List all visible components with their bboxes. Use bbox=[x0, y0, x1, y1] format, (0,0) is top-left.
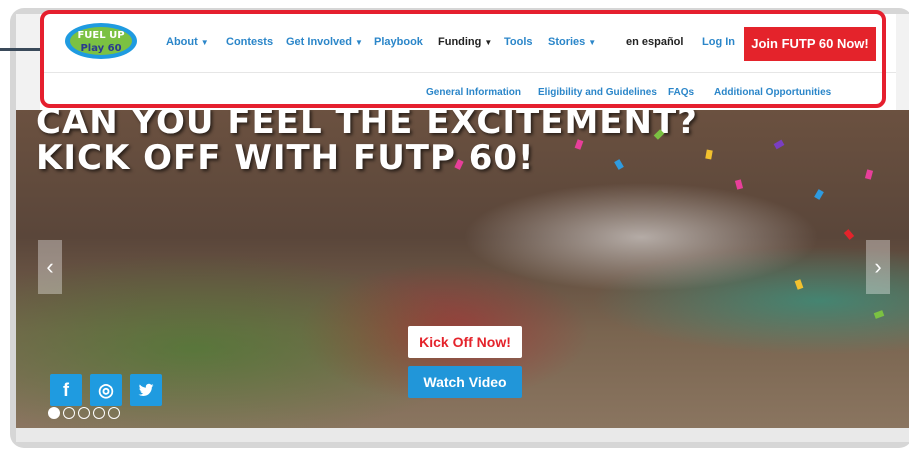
confetti bbox=[843, 229, 855, 240]
carousel-dot[interactable] bbox=[93, 407, 105, 419]
annotation-highlight-box bbox=[40, 10, 886, 108]
confetti bbox=[814, 189, 824, 200]
carousel-dot[interactable] bbox=[48, 407, 60, 419]
confetti bbox=[794, 279, 804, 290]
carousel-dot[interactable] bbox=[78, 407, 90, 419]
confetti bbox=[734, 179, 744, 190]
twitter-bird-glyph bbox=[138, 383, 154, 396]
carousel-dots bbox=[48, 406, 123, 424]
hero-banner: CAN YOU FEEL THE EXCITEMENT? KICK OFF WI… bbox=[16, 110, 909, 428]
carousel-prev-arrow[interactable]: ‹ bbox=[38, 240, 62, 294]
carousel-dot[interactable] bbox=[63, 407, 75, 419]
confetti bbox=[773, 139, 785, 150]
carousel-dot[interactable] bbox=[108, 407, 120, 419]
twitter-icon[interactable] bbox=[130, 374, 162, 406]
carousel-next-arrow[interactable]: › bbox=[866, 240, 890, 294]
confetti bbox=[873, 310, 885, 319]
confetti bbox=[705, 149, 713, 160]
hero-title-line-2: KICK OFF WITH FUTP 60! bbox=[36, 138, 535, 178]
confetti bbox=[864, 169, 874, 180]
annotation-pointer bbox=[0, 48, 40, 51]
hero-title: CAN YOU FEEL THE EXCITEMENT? KICK OFF WI… bbox=[36, 110, 698, 176]
page-bottom-strip bbox=[16, 428, 909, 442]
watch-video-button[interactable]: Watch Video bbox=[408, 366, 522, 398]
kick-off-now-button[interactable]: Kick Off Now! bbox=[408, 326, 522, 358]
instagram-icon[interactable]: ◎ bbox=[90, 374, 122, 406]
facebook-icon[interactable]: f bbox=[50, 374, 82, 406]
